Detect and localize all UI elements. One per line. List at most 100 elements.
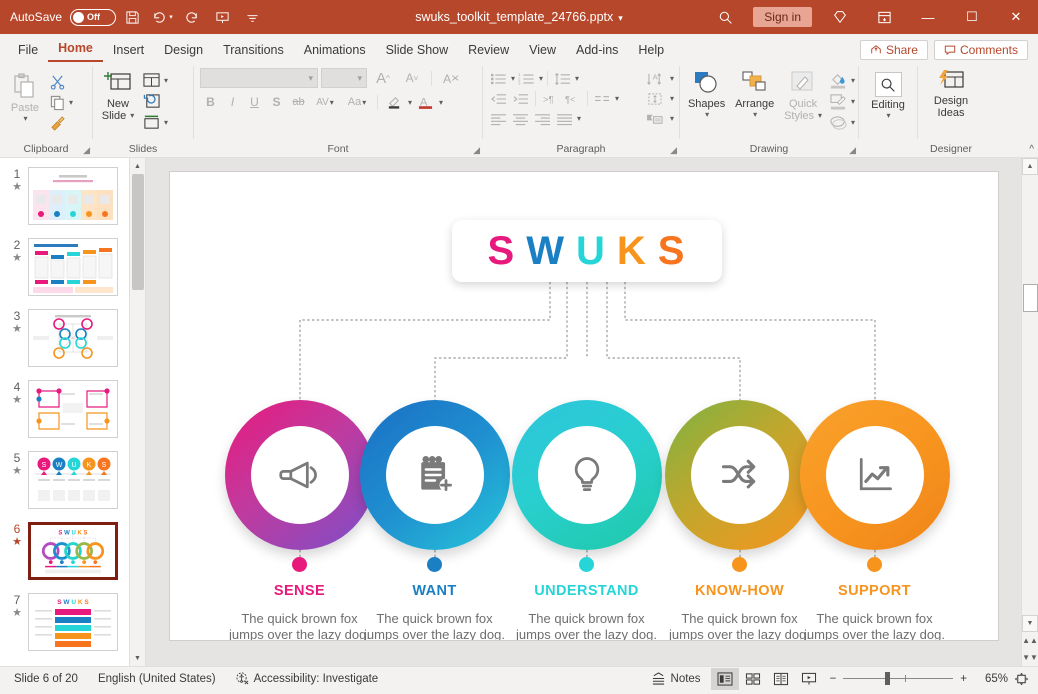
align-right-button[interactable] [532,109,553,128]
reading-view-button[interactable] [767,668,795,690]
columns-button[interactable] [592,89,613,108]
copy-button[interactable] [47,92,68,113]
slide-canvas[interactable]: S W U K S SENSE The quick brown fox jump… [146,158,1021,666]
circle-want[interactable] [359,400,510,550]
tab-add-ins[interactable]: Add-ins [566,39,628,62]
clipboard-dialog-launcher[interactable]: ◢ [83,145,90,156]
slide-thumbnail-6[interactable]: 6 ★ S W U K S [0,517,129,588]
slide-thumbnail-4[interactable]: 4 ★ [0,375,129,446]
tab-view[interactable]: View [519,39,566,62]
maximize-button[interactable]: ☐ [950,0,994,34]
shapes-button[interactable]: Shapes ▾ [683,66,730,122]
customize-quick-access-icon[interactable] [238,4,266,30]
justify-chevron-down-icon[interactable]: ▾ [577,114,581,123]
shape-fill-chevron-down-icon[interactable]: ▾ [851,76,855,85]
shape-effects-chevron-down-icon[interactable]: ▾ [851,118,855,127]
text-highlight-button[interactable] [382,92,406,112]
numbering-button[interactable]: 123 [516,69,537,88]
font-color-button[interactable]: A [413,92,437,112]
search-icon[interactable] [703,0,747,34]
close-button[interactable]: ✕ [994,0,1038,34]
quick-styles-button[interactable]: Quick Styles ▾ [779,66,827,125]
circle-understand[interactable] [511,400,662,550]
align-left-button[interactable] [488,109,509,128]
format-painter-button[interactable] [47,113,73,134]
bullets-chevron-down-icon[interactable]: ▾ [511,74,515,83]
slide-show-button[interactable] [795,668,823,690]
tab-transitions[interactable]: Transitions [213,39,294,62]
sign-in-button[interactable]: Sign in [753,7,812,27]
undo-icon[interactable]: ▾ [148,4,176,30]
design-ideas-button[interactable]: Design Ideas [929,66,973,122]
shape-outline-button[interactable] [827,91,850,112]
start-presentation-icon[interactable] [208,4,236,30]
strikethrough-button[interactable]: ab [288,92,309,112]
next-slide-button[interactable]: ▼▼ [1022,649,1038,666]
font-color-chevron-down-icon[interactable]: ▾ [439,98,443,107]
zoom-out-button[interactable]: − [830,673,837,685]
bold-button[interactable]: B [200,92,221,112]
font-size-input[interactable]: ▾ [321,68,367,88]
shape-outline-chevron-down-icon[interactable]: ▾ [851,97,855,106]
arrange-button[interactable]: Arrange ▾ [730,66,779,122]
highlight-chevron-down-icon[interactable]: ▾ [408,98,412,107]
tab-file[interactable]: File [8,39,48,62]
slide-thumbnail-3[interactable]: 3 ★ [0,304,129,375]
paste-button[interactable]: Paste ▾ [3,66,47,126]
scroll-down-button[interactable]: ▼ [1022,615,1038,632]
item-body[interactable]: The quick brown fox jumps over the lazy … [800,611,950,640]
slide-title-badge[interactable]: S W U K S [451,220,722,282]
thumbnail-scrollbar[interactable]: ▲ ▼ [129,158,145,666]
line-spacing-button[interactable] [552,69,573,88]
text-shadow-button[interactable]: S [266,92,287,112]
redo-icon[interactable] [178,4,206,30]
layout-button[interactable] [140,70,163,91]
item-body[interactable]: The quick brown fox jumps over the lazy … [512,611,662,640]
minimize-button[interactable]: — [906,0,950,34]
rtl-text-direction-button[interactable]: ¶< [562,89,583,108]
character-spacing-button[interactable]: AV ▾ [310,92,340,112]
tab-review[interactable]: Review [458,39,519,62]
align-center-button[interactable] [510,109,531,128]
increase-font-size-button[interactable]: A ^ [370,68,396,88]
convert-to-smartart-button[interactable] [642,109,668,128]
circle-support[interactable] [799,400,950,550]
italic-button[interactable]: I [222,92,243,112]
zoom-thumb[interactable] [885,672,891,685]
tab-design[interactable]: Design [154,39,213,62]
copy-chevron-down-icon[interactable]: ▾ [69,98,73,107]
editing-chevron-down-icon[interactable]: ▾ [886,111,890,120]
tab-slide-show[interactable]: Slide Show [376,39,459,62]
text-direction-chevron-down-icon[interactable]: ▾ [670,74,674,83]
thumbnail-scroll-up-button[interactable]: ▲ [130,158,145,174]
align-text-button[interactable] [642,89,668,108]
cut-button[interactable] [47,71,73,92]
reset-button[interactable] [140,91,168,112]
quick-styles-chevron-down-icon[interactable]: ▾ [818,110,822,122]
zoom-in-button[interactable]: + [960,673,967,685]
normal-view-button[interactable] [710,667,739,690]
tab-help[interactable]: Help [628,39,674,62]
circle-know-how[interactable] [664,400,815,550]
bullets-button[interactable] [488,69,509,88]
underline-button[interactable]: U [244,92,265,112]
comments-button[interactable]: Comments [933,40,1028,60]
collapse-ribbon-icon[interactable]: ^ [1029,144,1034,155]
slide-count-indicator[interactable]: Slide 6 of 20 [4,667,88,690]
slide-vertical-scrollbar[interactable]: ▲ ▼ ▲▲ ▼▼ [1021,158,1038,666]
thumbnail-scroll-down-button[interactable]: ▼ [130,650,145,666]
text-direction-button[interactable]: A [642,69,668,88]
zoom-slider[interactable]: − + [823,672,974,685]
item-body[interactable]: The quick brown fox jumps over the lazy … [225,611,375,640]
columns-chevron-down-icon[interactable]: ▾ [615,94,619,103]
item-label[interactable]: SUPPORT [800,583,950,599]
previous-slide-button[interactable]: ▲▲ [1022,632,1038,649]
shape-fill-button[interactable] [827,70,850,91]
thumbnail-scroll-thumb[interactable] [132,174,144,290]
slide-thumbnail-list[interactable]: 1 ★ 2 ★ 3 ★ 4 ★ 5 ★ S W U K S 6 ★ S W U … [0,158,129,666]
slide-thumbnail-7[interactable]: 7 ★ S W U K S [0,588,129,659]
slide-editing-surface[interactable]: S W U K S SENSE The quick brown fox jump… [169,172,998,640]
section-chevron-down-icon[interactable]: ▾ [164,118,168,127]
save-icon[interactable] [118,4,146,30]
tab-insert[interactable]: Insert [103,39,154,62]
